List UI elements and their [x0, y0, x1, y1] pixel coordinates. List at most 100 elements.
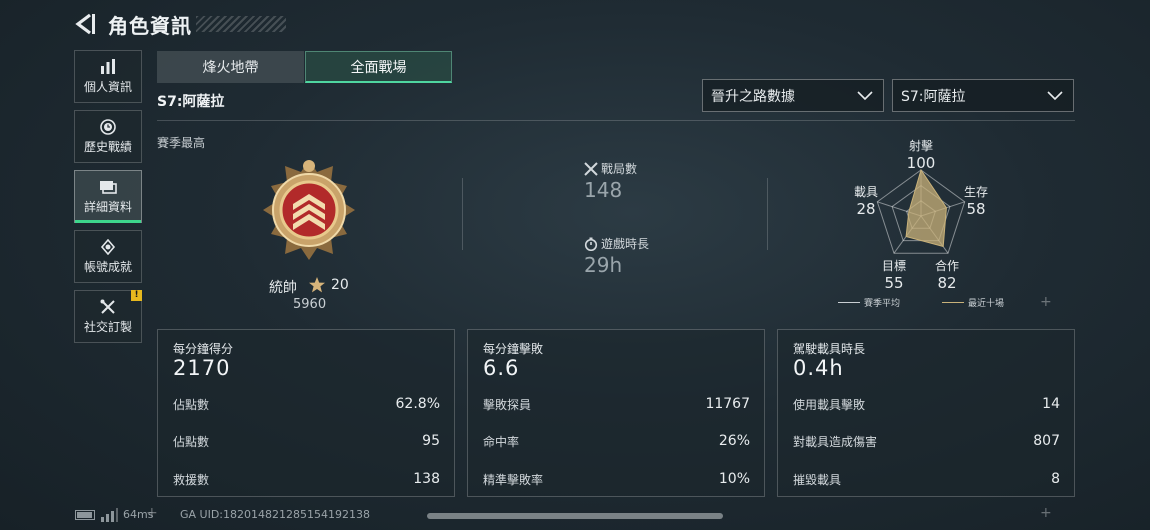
divider	[462, 178, 463, 250]
chevron-down-icon	[1047, 91, 1063, 101]
stat-value: 8	[1051, 471, 1060, 487]
stat-key: 命中率	[483, 434, 520, 449]
tab-hazard-zone[interactable]: 烽火地帶	[157, 51, 304, 83]
stat-row: 佔點數 95	[173, 431, 440, 451]
cards-icon	[100, 180, 117, 194]
matches-label: 戰局數	[601, 162, 638, 176]
radar-value-survival: 58	[966, 200, 986, 218]
radar-label-teamwork: 合作	[934, 259, 959, 273]
mode-dropdown[interactable]: 晉升之路數據	[702, 79, 884, 112]
kill-stats-card: 每分鐘擊敗 6.6 擊敗探員 11767 命中率 26% 精準擊敗率 10%	[467, 329, 765, 497]
chevron-down-icon	[857, 91, 873, 101]
stat-key: 精準擊敗率	[483, 472, 544, 487]
stat-value: 62.8%	[395, 396, 440, 412]
stat-value: 95	[422, 433, 440, 449]
horizontal-scrollbar[interactable]	[427, 513, 723, 519]
radar-value-objective: 55	[884, 274, 904, 292]
stat-key: 佔點數	[173, 434, 210, 449]
radar-recent-shape	[905, 168, 947, 248]
card-head-value: 2170	[173, 356, 231, 380]
sidebar-item-label: 帳號成就	[83, 259, 132, 274]
rank-points: 5960	[293, 297, 327, 312]
stat-key: 救援數	[173, 472, 210, 487]
score-stats-card: 每分鐘得分 2170 佔點數 62.8% 佔點數 95 救援數 138	[157, 329, 455, 497]
playtime-value: 29h	[584, 253, 623, 277]
stat-value: 807	[1033, 433, 1060, 449]
card-head-label: 駕駛載具時長	[793, 342, 866, 356]
crossed-swords-icon	[584, 162, 598, 176]
radar-label-objective: 目標	[881, 259, 906, 273]
matches-value: 148	[584, 178, 623, 202]
card-head-value: 6.6	[483, 356, 520, 380]
radar-label-survival: 生存	[963, 185, 988, 199]
tab-full-battlefield[interactable]: 全面戰場	[305, 51, 452, 83]
legend-recent: 最近十場	[968, 299, 1005, 309]
stat-key: 佔點數	[173, 397, 210, 412]
stat-value: 14	[1042, 396, 1060, 412]
sidebar-item-personal-info[interactable]: 個人資訊	[74, 50, 142, 103]
season-dropdown-value: S7:阿薩拉	[901, 88, 966, 105]
crosshair-decoration: +	[1040, 294, 1052, 310]
divider	[157, 120, 1075, 121]
stat-key: 摧毀載具	[793, 472, 842, 487]
sidebar-item-label: 個人資訊	[83, 79, 132, 94]
stat-value: 10%	[718, 471, 750, 487]
notification-badge: !	[131, 290, 142, 301]
star-icon	[309, 277, 325, 293]
radar-value-shooting: 100	[906, 154, 936, 172]
rank-name: 統帥	[269, 280, 297, 296]
sidebar-item-details[interactable]: 詳細資料	[74, 170, 142, 223]
stat-row: 摧毀載具 8	[793, 469, 1060, 489]
sidebar-item-social[interactable]: 社交訂製 !	[74, 290, 142, 343]
stat-key: 對載具造成傷害	[793, 434, 878, 449]
radar-value-vehicle: 28	[856, 200, 876, 218]
crosshair-decoration: +	[1040, 505, 1052, 521]
card-head-value: 0.4h	[793, 356, 844, 380]
bar-chart-icon	[101, 58, 115, 74]
stopwatch-icon	[584, 237, 598, 251]
user-uid: GA UID:182014821285154192138	[180, 508, 370, 521]
playtime-label: 遊戲時長	[601, 237, 650, 251]
stat-row: 救援數 138	[173, 469, 440, 489]
season-label: S7:阿薩拉	[157, 94, 225, 110]
title-decoration	[196, 16, 286, 32]
legend-season-avg: 賽季平均	[864, 299, 901, 309]
rank-medal-icon	[263, 160, 355, 260]
rank-star-count: 20	[331, 277, 349, 293]
stat-row: 擊敗探員 11767	[483, 394, 750, 414]
sidebar-item-label: 詳細資料	[83, 199, 132, 214]
radar-value-teamwork: 82	[937, 274, 957, 292]
mode-dropdown-value: 晉升之路數據	[711, 88, 795, 105]
card-head-label: 每分鐘得分	[173, 342, 234, 356]
legend-swatch-recent	[942, 302, 964, 303]
season-dropdown[interactable]: S7:阿薩拉	[892, 79, 1074, 112]
radar-label-vehicle: 載具	[853, 185, 878, 199]
back-arrow-icon[interactable]	[72, 12, 98, 36]
stat-key: 擊敗探員	[483, 397, 532, 412]
sidebar-item-achievements[interactable]: 帳號成就	[74, 230, 142, 283]
tools-icon	[100, 299, 115, 314]
stat-row: 使用載具擊敗 14	[793, 394, 1060, 414]
legend-swatch-season-avg	[838, 302, 860, 303]
stat-value: 11767	[705, 396, 750, 412]
stat-value: 138	[413, 471, 440, 487]
stat-row: 精準擊敗率 10%	[483, 469, 750, 489]
stat-row: 對載具造成傷害 807	[793, 431, 1060, 451]
stat-row: 佔點數 62.8%	[173, 394, 440, 414]
stat-key: 使用載具擊敗	[793, 397, 866, 412]
achievement-icon	[100, 238, 116, 255]
sidebar-item-history[interactable]: 歷史戰績	[74, 110, 142, 163]
radar-label-shooting: 射擊	[908, 139, 933, 153]
ping-readout: 64ms	[123, 508, 154, 521]
stat-row: 命中率 26%	[483, 431, 750, 451]
divider	[767, 178, 768, 250]
card-head-label: 每分鐘擊敗	[483, 342, 544, 356]
signal-icon	[101, 508, 118, 522]
vehicle-stats-card: 駕駛載具時長 0.4h 使用載具擊敗 14 對載具造成傷害 807 摧毀載具 8	[777, 329, 1075, 497]
sidebar-item-label: 歷史戰績	[83, 139, 132, 154]
history-icon	[100, 118, 116, 135]
page-title: 角色資訊	[108, 14, 192, 38]
stat-value: 26%	[718, 433, 750, 449]
season-best-label: 賽季最高	[157, 136, 206, 150]
battery-icon	[75, 510, 95, 520]
